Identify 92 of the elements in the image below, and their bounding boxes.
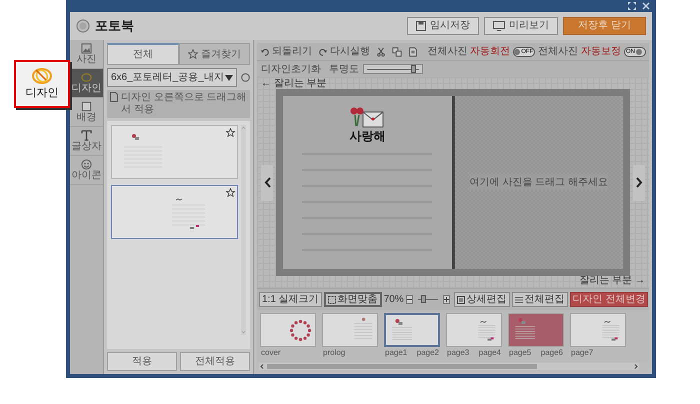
design-thumbnail[interactable] [111, 185, 238, 239]
zoom-in-button[interactable] [442, 295, 450, 304]
page-thumbnail[interactable] [508, 313, 564, 347]
slider-thumb[interactable] [420, 294, 426, 302]
drop-hint-text: 여기에 사진을 드래그 해주세요 [470, 175, 608, 190]
save-button[interactable]: 임시저장 [407, 17, 480, 35]
page-thumbnail[interactable] [384, 313, 440, 347]
page-label: page7 [571, 348, 594, 358]
preview-button[interactable]: 미리보기 [484, 17, 558, 35]
apply-all-button[interactable]: 전체적용 [180, 352, 250, 371]
page-label: page3 [447, 348, 470, 358]
design-icon [31, 66, 53, 85]
crop-area-label: ← 잘리는 부분 [261, 79, 328, 89]
scissors-icon [376, 46, 386, 56]
star-icon [188, 49, 198, 59]
opacity-label: 투명도 [329, 62, 359, 76]
page-label: page2 [416, 348, 439, 358]
cut-button[interactable] [376, 46, 386, 56]
page-thumbnail[interactable] [570, 313, 626, 347]
chevron-right-icon [636, 177, 642, 188]
letter-t-icon [81, 130, 92, 141]
page-label: page6 [540, 348, 563, 358]
chevron-left-icon [264, 177, 270, 188]
menu-circle-icon [76, 19, 90, 33]
sticker-page-drawing [123, 133, 163, 168]
page-label: page5 [509, 348, 532, 358]
sidebar-tab[interactable]: 디자인 [70, 69, 103, 98]
smiley-icon [81, 159, 92, 170]
page-label: cover [261, 348, 281, 358]
copy-icon [392, 46, 402, 56]
resize-icon [628, 2, 636, 10]
page-thumbnail[interactable] [260, 313, 316, 347]
redo-icon [318, 46, 328, 56]
page-thumbnail[interactable] [322, 313, 378, 347]
document-icon [408, 46, 418, 56]
sidebar-tab[interactable]: 글상자 [70, 127, 103, 156]
circle-icon [241, 73, 250, 82]
design-dropdown[interactable]: 6x6_포토레터_공용_내지 [107, 68, 237, 87]
square-icon [81, 101, 92, 112]
undo-button[interactable]: 되돌리기 [260, 44, 312, 59]
page-label: prolog [323, 348, 346, 358]
previous-page-button[interactable] [261, 164, 273, 200]
panel-tab[interactable]: 즐겨찾기 [178, 43, 250, 65]
edit-all-button[interactable]: 전체편집 [512, 292, 568, 307]
detail-edit-button[interactable]: 상세편집 [454, 292, 510, 307]
apply-button[interactable]: 적용 [107, 352, 177, 371]
sticker-page-drawing [514, 317, 536, 340]
minus-icon [406, 297, 412, 302]
hint-text: 디자인 오른쪽으로 드래그해서 적용 [121, 92, 247, 116]
sticker-page-drawing [601, 320, 621, 342]
page-label: page1 [385, 348, 408, 358]
document-icon [110, 92, 118, 102]
sidebar-tab[interactable]: 아이콘 [70, 156, 103, 185]
copy-button[interactable] [392, 46, 402, 56]
zoom-reading: 70% [384, 293, 404, 307]
callout-label: 디자인 [26, 86, 58, 101]
photo-icon [81, 43, 92, 54]
sticker-page-drawing [171, 198, 206, 230]
flower-wreath-drawing [288, 318, 312, 342]
grid-icon [514, 296, 523, 304]
monitor-icon [493, 21, 506, 31]
page-thumbnail[interactable] [446, 313, 502, 347]
page-label: page4 [478, 348, 501, 358]
undo-icon [260, 46, 270, 56]
plus-icon [444, 297, 449, 302]
crop-area-label: 잘리는 부분 → [579, 276, 645, 286]
actual-size-button[interactable]: 1:1 실제크기 [259, 292, 322, 307]
sticker-page-drawing [477, 320, 497, 342]
change-all-designs-button[interactable]: 디자인 전체변경 [570, 292, 648, 307]
expand-icon [328, 296, 336, 304]
opacity-slider[interactable] [363, 64, 423, 74]
next-page-button[interactable] [633, 164, 645, 200]
sticker-page-drawing [391, 318, 413, 341]
fit-to-screen-button[interactable]: 화면맞춤 [324, 292, 382, 307]
panel-tab[interactable]: 전체 [107, 43, 178, 65]
toggle-label: 전체사진 자동회전 [427, 45, 510, 59]
sticker-caption: 사랑해 [349, 130, 386, 142]
design-icon [81, 72, 92, 83]
design-thumbnail[interactable] [111, 125, 238, 179]
design-reset-button[interactable]: 디자인초기화 [261, 62, 321, 76]
star-icon [226, 128, 235, 137]
dropdown-caret-icon [225, 74, 233, 80]
paste-button[interactable] [408, 46, 418, 56]
star-icon [226, 188, 235, 197]
zoom-out-button[interactable] [406, 295, 413, 304]
slider-thumb[interactable] [411, 65, 416, 73]
toggle-label: 전체사진 자동보정 [538, 45, 621, 59]
detail-icon [456, 296, 465, 304]
close-icon [642, 2, 650, 10]
ruled-page-drawing [353, 316, 374, 339]
redo-button[interactable]: 다시실행 [318, 44, 370, 59]
window-title: 포토북 [95, 17, 134, 36]
